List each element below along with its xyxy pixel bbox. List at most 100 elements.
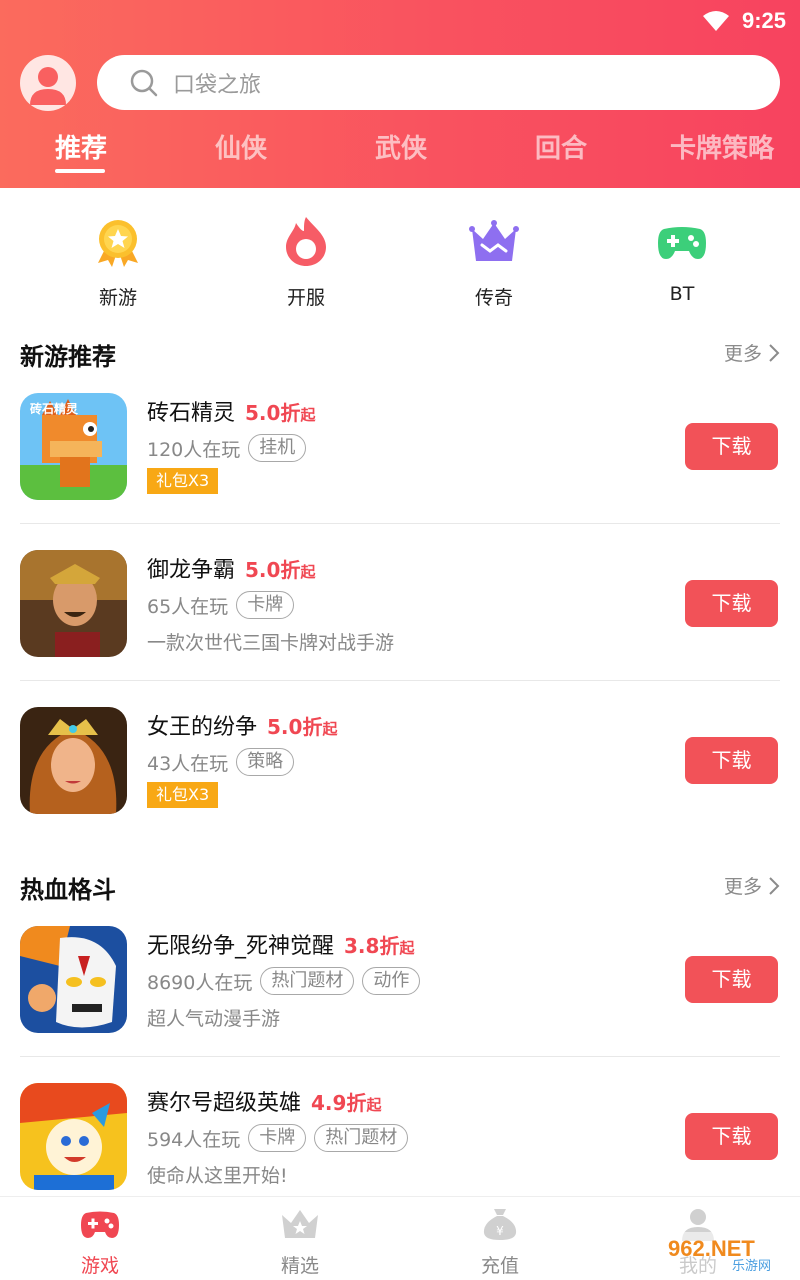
category-bt[interactable]: BT bbox=[642, 215, 722, 305]
player-count: 120人在玩 bbox=[147, 438, 241, 461]
game-title: 赛尔号超级英雄 4.9折起 bbox=[147, 1085, 381, 1117]
divider bbox=[20, 523, 780, 524]
player-count: 43人在玩 bbox=[147, 752, 229, 775]
more-link[interactable]: 更多 bbox=[724, 872, 780, 899]
game-name: 赛尔号超级英雄 bbox=[147, 1091, 302, 1116]
wifi-icon bbox=[702, 11, 729, 31]
tab-xianxia[interactable]: 仙侠 bbox=[215, 128, 267, 165]
search-bar[interactable]: 口袋之旅 bbox=[97, 55, 780, 110]
list-item[interactable]: 御龙争霸 5.0折起 65人在玩 卡牌 一款次世代三国卡牌对战手游 下载 bbox=[20, 550, 780, 660]
gamepad-icon bbox=[658, 227, 706, 259]
category-label: 开服 bbox=[286, 287, 325, 309]
game-tag: 挂机 bbox=[248, 434, 307, 462]
game-title: 砖石精灵 5.0折起 bbox=[147, 395, 315, 427]
discount-label: 4.9折起 bbox=[311, 1091, 382, 1115]
list-item[interactable]: 无限纷争_死神觉醒 3.8折起 8690人在玩 热门题材 动作 超人气动漫手游 下… bbox=[20, 926, 780, 1036]
game-thumbnail[interactable] bbox=[20, 550, 127, 657]
star-medal-icon bbox=[98, 220, 138, 267]
tab-recommend[interactable]: 推荐 bbox=[55, 128, 107, 165]
active-tab-indicator bbox=[55, 169, 105, 173]
download-button[interactable]: 下载 bbox=[685, 737, 778, 784]
game-name: 御龙争霸 bbox=[147, 558, 236, 583]
crown-icon bbox=[282, 1210, 318, 1238]
category-tabs: 推荐 仙侠 武侠 回合 卡牌策略 bbox=[0, 128, 800, 178]
download-button[interactable]: 下载 bbox=[685, 956, 778, 1003]
download-button[interactable]: 下载 bbox=[685, 1113, 778, 1160]
warlord-game-art bbox=[20, 550, 127, 657]
category-label: BT bbox=[669, 283, 695, 305]
discount-label: 5.0折起 bbox=[245, 401, 316, 425]
more-label: 更多 bbox=[723, 876, 762, 898]
game-tag: 热门题材 bbox=[314, 1124, 409, 1152]
nav-label: 精选 bbox=[280, 1255, 319, 1277]
more-link[interactable]: 更多 bbox=[724, 339, 780, 366]
divider bbox=[20, 1056, 780, 1057]
game-description: 超人气动漫手游 bbox=[147, 1008, 281, 1030]
category-new-servers[interactable]: 开服 bbox=[266, 215, 346, 310]
category-legend[interactable]: 传奇 bbox=[454, 215, 534, 310]
player-count: 8690人在玩 bbox=[147, 971, 253, 994]
seer-hero-game-art bbox=[20, 1083, 127, 1190]
list-item[interactable]: 女王的纷争 5.0折起 43人在玩 策略 礼包X3 下载 bbox=[20, 707, 780, 817]
discount-label: 3.8折起 bbox=[344, 934, 415, 958]
chevron-right-icon bbox=[769, 876, 780, 895]
game-thumbnail[interactable] bbox=[20, 707, 127, 814]
game-meta: 594人在玩 卡牌 热门题材 bbox=[147, 1123, 409, 1153]
game-name: 女王的纷争 bbox=[147, 715, 258, 740]
game-thumbnail[interactable] bbox=[20, 926, 127, 1033]
category-new-games[interactable]: 新游 bbox=[78, 215, 158, 310]
discount-label: 5.0折起 bbox=[245, 558, 316, 582]
nav-label: 游戏 bbox=[80, 1255, 119, 1277]
avatar[interactable] bbox=[20, 55, 76, 111]
tab-wuxia[interactable]: 武侠 bbox=[375, 128, 427, 165]
game-tag: 热门题材 bbox=[260, 967, 355, 995]
gift-badge: 礼包X3 bbox=[147, 782, 219, 808]
game-tag: 策略 bbox=[236, 748, 295, 776]
divider bbox=[20, 680, 780, 681]
player-count: 65人在玩 bbox=[147, 595, 229, 618]
game-name: 砖石精灵 bbox=[147, 401, 236, 426]
download-button[interactable]: 下载 bbox=[685, 580, 778, 627]
game-title: 女王的纷争 5.0折起 bbox=[147, 709, 337, 741]
nav-recharge[interactable]: ¥ 充值 bbox=[460, 1207, 540, 1278]
app-header: 9:25 口袋之旅 推荐 仙侠 武侠 回合 卡牌策略 bbox=[0, 0, 800, 188]
download-button[interactable]: 下载 bbox=[685, 423, 778, 470]
game-thumbnail[interactable]: 砖石精灵 bbox=[20, 393, 127, 500]
category-label: 新游 bbox=[98, 287, 137, 309]
game-meta: 8690人在玩 热门题材 动作 bbox=[147, 966, 421, 996]
section-title: 新游推荐 bbox=[20, 343, 116, 371]
crown-icon bbox=[469, 220, 519, 261]
queen-game-art bbox=[20, 707, 127, 814]
list-item[interactable]: 赛尔号超级英雄 4.9折起 594人在玩 卡牌 热门题材 使命从这里开始! 下载 bbox=[20, 1083, 780, 1193]
status-bar: 9:25 bbox=[702, 6, 786, 36]
game-thumbnail[interactable] bbox=[20, 1083, 127, 1190]
more-label: 更多 bbox=[723, 343, 762, 365]
game-title: 无限纷争_死神觉醒 3.8折起 bbox=[147, 928, 414, 960]
nav-featured[interactable]: 精选 bbox=[260, 1207, 340, 1278]
game-title: 御龙争霸 5.0折起 bbox=[147, 552, 315, 584]
flame-icon bbox=[286, 217, 326, 266]
dinosaur-game-art: 砖石精灵 bbox=[20, 393, 127, 500]
tab-card-strategy[interactable]: 卡牌策略 bbox=[670, 128, 774, 165]
site-watermark: 962.NET 乐游网 bbox=[662, 1232, 794, 1274]
nav-games[interactable]: 游戏 bbox=[60, 1207, 140, 1278]
gift-badge: 礼包X3 bbox=[147, 468, 219, 494]
category-label: 传奇 bbox=[474, 287, 513, 309]
chevron-right-icon bbox=[769, 343, 780, 362]
status-time: 9:25 bbox=[741, 8, 786, 33]
list-item[interactable]: 砖石精灵 砖石精灵 5.0折起 120人在玩 挂机 礼包X3 下载 bbox=[20, 393, 780, 503]
search-placeholder: 口袋之旅 bbox=[173, 72, 262, 98]
section-title: 热血格斗 bbox=[20, 876, 116, 904]
svg-text:砖石精灵: 砖石精灵 bbox=[30, 401, 79, 416]
game-meta: 43人在玩 策略 bbox=[147, 747, 295, 777]
game-meta: 65人在玩 卡牌 bbox=[147, 590, 295, 620]
user-avatar-icon bbox=[30, 67, 66, 105]
money-bag-icon: ¥ bbox=[483, 1209, 517, 1240]
watermark-text: 962.NET bbox=[668, 1236, 755, 1261]
game-description: 使命从这里开始! bbox=[147, 1165, 288, 1187]
game-description: 一款次世代三国卡牌对战手游 bbox=[147, 632, 395, 654]
game-tag: 卡牌 bbox=[248, 1124, 307, 1152]
tab-turn-based[interactable]: 回合 bbox=[535, 128, 587, 165]
bleach-game-art bbox=[20, 926, 127, 1033]
watermark-subtext: 乐游网 bbox=[732, 1259, 771, 1274]
